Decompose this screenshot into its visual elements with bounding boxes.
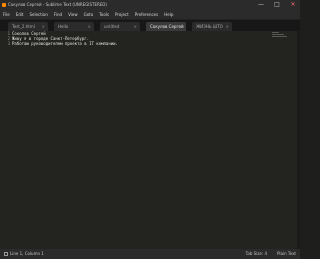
minimap-line	[272, 32, 279, 33]
line-number: 3	[7, 41, 10, 46]
minimap-line	[272, 34, 284, 35]
maximize-button[interactable]: □	[272, 1, 282, 9]
minimize-button[interactable]: —	[256, 1, 266, 9]
title-bar: Сокулов Сергей - Sublime Text (UNREGISTE…	[0, 0, 300, 10]
code-text[interactable]: Соколов Сергей Живу я в городе Санкт-Пет…	[12, 31, 292, 249]
menu-find[interactable]: Find	[54, 10, 62, 19]
tab-sokulov-sergey[interactable]: Сокулов Сергей ×	[146, 22, 186, 31]
tab-close-icon[interactable]: ×	[88, 22, 91, 31]
status-bar: Line 1, Column 1 Tab Size: 4 Plain Text	[0, 249, 300, 259]
menu-goto[interactable]: Goto	[84, 10, 94, 19]
status-right: Tab Size: 4 Plain Text	[246, 249, 296, 259]
tab-size-selector[interactable]: Tab Size: 4	[246, 249, 267, 259]
tab-untitled[interactable]: untitled ×	[100, 22, 140, 31]
menu-file[interactable]: File	[3, 10, 10, 19]
cursor-position: Line 1, Column 1	[10, 251, 44, 256]
window-controls: — □ ✕	[256, 0, 298, 10]
tab-close-icon[interactable]: ×	[134, 22, 137, 31]
menu-tools[interactable]: Tools	[99, 10, 109, 19]
editor-area[interactable]: 1 2 3 Соколов Сергей Живу я в городе Сан…	[0, 31, 300, 249]
tab-close-icon[interactable]: ×	[226, 22, 229, 31]
code-line[interactable]: Работаю руководителем проекта в IT компа…	[12, 41, 292, 46]
syntax-selector[interactable]: Plain Text	[277, 249, 296, 259]
tab-label: ЖИЗНЬ ШТО	[196, 24, 223, 29]
menu-edit[interactable]: Edit	[16, 10, 24, 19]
menu-project[interactable]: Project	[115, 10, 129, 19]
menu-view[interactable]: View	[68, 10, 78, 19]
vertical-scrollbar[interactable]	[297, 31, 300, 249]
tab-close-icon[interactable]: ×	[180, 22, 183, 31]
menu-help[interactable]: Help	[164, 10, 173, 19]
tab-label: Hello	[58, 24, 69, 29]
menu-preferences[interactable]: Preferences	[135, 10, 159, 19]
tab-test-2-html[interactable]: Test_2.html ×	[8, 22, 48, 31]
tab-label: Сокулов Сергей	[150, 24, 184, 29]
minimap[interactable]	[272, 31, 288, 49]
close-button[interactable]: ✕	[288, 1, 298, 9]
tab-hello[interactable]: Hello ×	[54, 22, 94, 31]
sublime-app-icon	[2, 3, 6, 7]
menu-bar: File Edit Selection Find View Goto Tools…	[0, 10, 300, 19]
line-number-gutter: 1 2 3	[0, 31, 12, 249]
tab-close-icon[interactable]: ×	[42, 22, 45, 31]
tab-zhizn-shto[interactable]: ЖИЗНЬ ШТО ×	[192, 22, 232, 31]
minimap-line	[272, 36, 287, 37]
tab-label: Test_2.html	[12, 24, 35, 29]
tab-label: untitled	[104, 24, 120, 29]
menu-selection[interactable]: Selection	[29, 10, 47, 19]
panel-switch-icon[interactable]	[4, 252, 8, 256]
window-title: Сокулов Сергей - Sublime Text (UNREGISTE…	[8, 2, 107, 7]
